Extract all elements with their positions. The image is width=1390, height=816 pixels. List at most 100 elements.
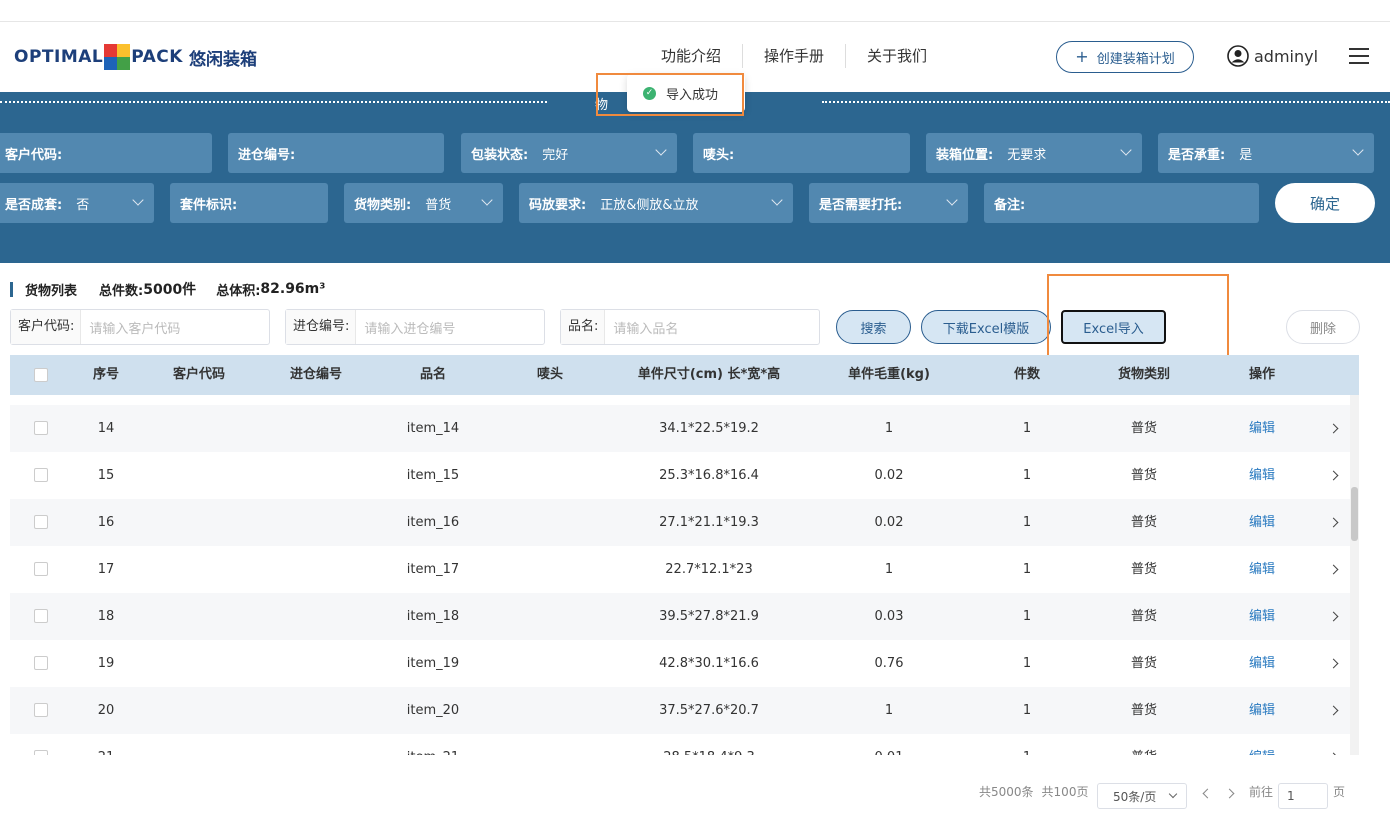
chevron-down-icon xyxy=(771,194,783,206)
row-checkbox[interactable] xyxy=(34,703,48,717)
table-row[interactable]: 21 item_21 28.5*18.4*9.3 0.01 1 普货 编辑 xyxy=(10,734,1350,755)
edit-link[interactable]: 编辑 xyxy=(1249,687,1275,734)
chevron-down-icon xyxy=(1168,789,1178,799)
chevron-right-icon[interactable] xyxy=(1328,752,1339,755)
chevron-right-icon[interactable] xyxy=(1328,470,1339,481)
table-row[interactable]: 14 item_14 34.1*22.5*19.2 1 1 普货 编辑 xyxy=(10,405,1350,452)
next-page-icon[interactable] xyxy=(1224,788,1235,799)
cell-size: 37.5*27.6*20.7 xyxy=(659,703,759,718)
nav-features[interactable]: 功能介绍 xyxy=(640,44,744,68)
confirm-button[interactable]: 确定 xyxy=(1275,183,1375,223)
prev-page-icon[interactable] xyxy=(1202,788,1213,799)
search-button[interactable]: 搜索 xyxy=(836,310,911,344)
list-title: 货物列表 xyxy=(25,283,78,299)
page-size-select[interactable]: 50条/页 xyxy=(1097,783,1187,809)
customer-code-search-label: 客户代码: xyxy=(11,310,82,344)
load-position-filter[interactable]: 装箱位置: 无要求 xyxy=(926,133,1142,173)
warehouse-no-input[interactable]: 请输入进仓编号 xyxy=(356,318,455,337)
scrollbar-thumb[interactable] xyxy=(1351,487,1358,541)
cargo-type-filter[interactable]: 货物类别: 普货 xyxy=(344,183,503,223)
row-checkbox[interactable] xyxy=(34,562,48,576)
row-checkbox[interactable] xyxy=(34,656,48,670)
mark-filter[interactable]: 唛头: xyxy=(693,133,910,173)
item-name-search-label: 品名: xyxy=(561,310,606,344)
select-all-checkbox[interactable] xyxy=(34,368,48,382)
kit-id-filter[interactable]: 套件标识: xyxy=(170,183,328,223)
row-checkbox[interactable] xyxy=(34,468,48,482)
table-row[interactable]: 19 item_19 42.8*30.1*16.6 0.76 1 普货 编辑 xyxy=(10,640,1350,687)
nav-about[interactable]: 关于我们 xyxy=(846,44,948,68)
cell-seq: 15 xyxy=(97,468,115,483)
total-count-label: 总件数: xyxy=(99,283,144,299)
goto-page-input[interactable]: 1 xyxy=(1278,783,1328,809)
chevron-right-icon[interactable] xyxy=(1328,705,1339,716)
download-template-button[interactable]: 下载Excel模版 xyxy=(921,310,1051,344)
edit-link[interactable]: 编辑 xyxy=(1249,452,1275,499)
pallet-filter[interactable]: 是否需要打托: xyxy=(809,183,968,223)
chevron-right-icon[interactable] xyxy=(1328,517,1339,528)
cell-seq: 19 xyxy=(97,656,115,671)
col-item-name: 品名 xyxy=(419,367,447,382)
section-marker xyxy=(10,281,13,297)
customer-code-input[interactable]: 请输入客户代码 xyxy=(81,318,180,337)
row-checkbox[interactable] xyxy=(34,515,48,529)
load-bearing-filter-value: 是 xyxy=(1239,147,1253,163)
table-scrollbar[interactable] xyxy=(1350,395,1359,755)
cargo-type-filter-label: 货物类别: xyxy=(354,197,412,213)
edit-link[interactable]: 编辑 xyxy=(1249,593,1275,640)
cell-qty: 1 xyxy=(1022,421,1032,436)
cell-name: item_20 xyxy=(406,703,460,718)
edit-link[interactable]: 编辑 xyxy=(1249,499,1275,546)
cell-cat: 普货 xyxy=(1130,562,1158,577)
table-row[interactable]: 17 item_17 22.7*12.1*23 1 1 普货 编辑 xyxy=(10,546,1350,593)
table-body: 14 item_14 34.1*22.5*19.2 1 1 普货 编辑 15 item_15 25… xyxy=(10,395,1350,755)
cell-name: item_19 xyxy=(406,656,460,671)
user-menu[interactable]: adminyl xyxy=(1227,45,1318,67)
edit-link[interactable]: 编辑 xyxy=(1249,546,1275,593)
customer-code-filter[interactable]: 客户代码: xyxy=(0,133,212,173)
chevron-down-icon xyxy=(132,194,144,206)
cell-cat: 普货 xyxy=(1130,468,1158,483)
table-row[interactable]: 20 item_20 37.5*27.6*20.7 1 1 普货 编辑 xyxy=(10,687,1350,734)
delete-button[interactable]: 删除 xyxy=(1286,310,1360,344)
toast-highlight-box xyxy=(596,73,744,116)
edit-link[interactable]: 编辑 xyxy=(1249,734,1275,755)
item-name-input[interactable]: 请输入品名 xyxy=(605,318,678,337)
table-row[interactable]: 15 item_15 25.3*16.8*16.4 0.02 1 普货 编辑 xyxy=(10,452,1350,499)
col-category: 货物类别 xyxy=(1117,367,1171,382)
is-set-filter[interactable]: 是否成套: 否 xyxy=(0,183,154,223)
cell-cat: 普货 xyxy=(1130,703,1158,718)
hamburger-menu-icon[interactable] xyxy=(1349,48,1369,64)
total-volume-value: 82.96m³ xyxy=(260,281,326,297)
row-checkbox[interactable] xyxy=(34,609,48,623)
warehouse-no-search-label: 进仓编号: xyxy=(286,310,357,344)
logo[interactable]: OPTIMAL PACK 悠闲装箱 xyxy=(14,42,257,72)
chevron-right-icon[interactable] xyxy=(1328,611,1339,622)
chevron-right-icon[interactable] xyxy=(1328,658,1339,669)
table-row[interactable]: 18 item_18 39.5*27.8*21.9 0.03 1 普货 编辑 xyxy=(10,593,1350,640)
create-plan-button[interactable]: + 创建装箱计划 xyxy=(1056,41,1194,73)
remark-filter[interactable]: 备注: xyxy=(984,183,1259,223)
package-status-filter[interactable]: 包装状态: 完好 xyxy=(461,133,677,173)
warehouse-no-filter[interactable]: 进仓编号: xyxy=(228,133,444,173)
cell-name: item_18 xyxy=(406,609,460,624)
cell-size: 28.5*18.4*9.3 xyxy=(663,734,755,755)
cell-weight: 1 xyxy=(884,562,894,577)
cell-weight: 1 xyxy=(884,421,894,436)
edit-link[interactable]: 编辑 xyxy=(1249,405,1275,452)
row-checkbox[interactable] xyxy=(34,421,48,435)
chevron-down-icon xyxy=(481,194,493,206)
logo-cn: 悠闲装箱 xyxy=(188,49,257,70)
cell-weight: 0.02 xyxy=(874,515,904,530)
col-seq: 序号 xyxy=(92,367,120,382)
main-nav: 功能介绍 操作手册 关于我们 xyxy=(640,44,948,68)
edit-link[interactable]: 编辑 xyxy=(1249,640,1275,687)
stacking-filter[interactable]: 码放要求: 正放&侧放&立放 xyxy=(519,183,793,223)
table-row[interactable]: 16 item_16 27.1*21.1*19.3 0.02 1 普货 编辑 xyxy=(10,499,1350,546)
nav-manual[interactable]: 操作手册 xyxy=(743,44,847,68)
load-bearing-filter[interactable]: 是否承重: 是 xyxy=(1158,133,1374,173)
row-checkbox[interactable] xyxy=(34,750,48,755)
chevron-right-icon[interactable] xyxy=(1328,564,1339,575)
cell-cat: 普货 xyxy=(1130,656,1158,671)
chevron-right-icon[interactable] xyxy=(1328,423,1339,434)
